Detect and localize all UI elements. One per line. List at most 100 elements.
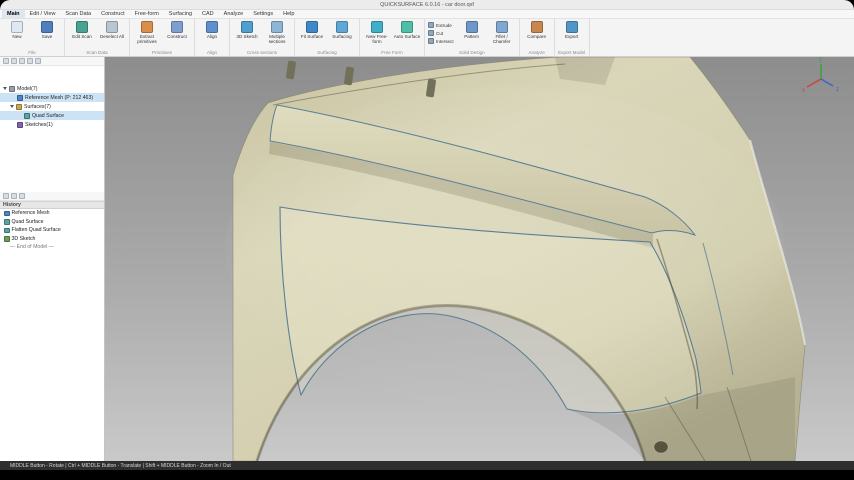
3d-viewport-canvas[interactable]: x y z <box>105 57 854 461</box>
align-button[interactable]: Align <box>198 20 226 39</box>
fit-surface-icon <box>306 21 318 33</box>
fillet-chamfer-icon <box>496 21 508 33</box>
ribbon-group-primitives: Extract primitives Construct Primitives <box>130 19 195 56</box>
tree-item-surfaces[interactable]: Surfaces(7) <box>0 102 104 111</box>
multiple-sections-button[interactable]: Multiple sections <box>263 20 291 45</box>
history-item-label: Flatten Quad Surface <box>12 227 61 233</box>
edit-scan-button[interactable]: Edit Scan <box>68 20 96 39</box>
tree-toolbar <box>0 57 104 66</box>
history-tool-icon[interactable] <box>19 193 25 199</box>
cut-icon <box>428 30 434 36</box>
expand-icon[interactable] <box>10 105 14 108</box>
history-item-flatten-quad-surface[interactable]: Flatten Quad Surface <box>0 226 104 235</box>
left-panel-empty-area <box>0 252 104 462</box>
button-label: Surfacing <box>332 34 351 39</box>
item-label: Intersect <box>436 39 454 44</box>
pattern-button[interactable]: Pattern <box>458 20 486 39</box>
menu-analyze[interactable]: Analyze <box>219 10 249 18</box>
new-button[interactable]: New <box>3 20 31 39</box>
ribbon-group-export: Export Export Model <box>555 19 590 56</box>
cut-item[interactable]: Cut <box>428 30 454 36</box>
title-bar: QUICKSURFACE 6.0.16 - car door.qsf <box>0 0 854 10</box>
button-label: Deselect All <box>100 34 124 39</box>
quad-surface-icon <box>4 219 10 225</box>
menu-construct[interactable]: Construct <box>96 10 130 18</box>
button-label: Save <box>42 34 52 39</box>
menu-help[interactable]: Help <box>278 10 299 18</box>
tree-item-model[interactable]: Model(7) <box>0 84 104 93</box>
menu-surfacing[interactable]: Surfacing <box>164 10 197 18</box>
button-label: Construct <box>167 34 187 39</box>
tree-tool-icon[interactable] <box>27 58 33 64</box>
history-item-quad-surface[interactable]: Quad Surface <box>0 218 104 227</box>
sketch-3d-button[interactable]: 3D Sketch <box>233 20 261 39</box>
button-label: Fillet / Chamfer <box>488 34 516 45</box>
menu-main[interactable]: Main <box>2 10 25 18</box>
multiple-sections-icon <box>271 21 283 33</box>
new-freeform-button[interactable]: New Free-form <box>363 20 391 45</box>
ribbon-group-analyze: Compare Analyze <box>520 19 555 56</box>
flatten-quad-surface-icon <box>4 228 10 234</box>
history-end-of-model-marker[interactable]: — End of Model — <box>0 243 104 252</box>
model-tree: Model(7) Reference Mesh (P: 212 463) Sur… <box>0 66 104 192</box>
history-item-3d-sketch[interactable]: 3D Sketch <box>0 235 104 244</box>
extract-primitives-button[interactable]: Extract primitives <box>133 20 161 45</box>
button-label: Multiple sections <box>263 34 291 45</box>
button-label: Align <box>207 34 217 39</box>
history-tool-icon[interactable] <box>11 193 17 199</box>
tree-tool-icon[interactable] <box>19 58 25 64</box>
extrude-item[interactable]: Extrude <box>428 22 454 28</box>
ribbon-group-label: Free Form <box>363 49 421 56</box>
fillet-chamfer-button[interactable]: Fillet / Chamfer <box>488 20 516 45</box>
menu-bar: Main Edit / View Scan Data Construct Fre… <box>0 10 854 19</box>
compare-button[interactable]: Compare <box>523 20 551 39</box>
ribbon-group-label: Solid Design <box>428 49 516 56</box>
export-button[interactable]: Export <box>558 20 586 39</box>
ribbon-toolbar: New Save File Edit Scan Deselect All <box>0 19 854 57</box>
menu-settings[interactable]: Settings <box>248 10 278 18</box>
extrude-icon <box>428 22 434 28</box>
expand-icon[interactable] <box>3 87 7 90</box>
ribbon-group-label: Align <box>198 49 226 56</box>
x-axis-label: x <box>802 88 805 94</box>
surfacing-button[interactable]: Surfacing <box>328 20 356 39</box>
history-list: Reference Mesh Quad Surface Flatten Quad… <box>0 209 104 252</box>
history-tool-icon[interactable] <box>3 193 9 199</box>
ribbon-group-label: Cross sections <box>233 49 291 56</box>
tree-tool-icon[interactable] <box>35 58 41 64</box>
deselect-all-button[interactable]: Deselect All <box>98 20 126 39</box>
save-button[interactable]: Save <box>33 20 61 39</box>
sketches-icon <box>17 122 23 128</box>
menu-edit-view[interactable]: Edit / View <box>25 10 61 18</box>
construct-button[interactable]: Construct <box>163 20 191 39</box>
item-label: Extrude <box>436 23 452 28</box>
tree-tool-icon[interactable] <box>11 58 17 64</box>
ribbon-group-file: New Save File <box>0 19 65 56</box>
tree-item-label: Model(7) <box>17 86 37 92</box>
tree-item-sketches[interactable]: Sketches(1) <box>0 120 104 129</box>
bottom-edge <box>0 470 854 480</box>
window-title: QUICKSURFACE 6.0.16 - car door.qsf <box>380 2 474 8</box>
tree-item-reference-mesh[interactable]: Reference Mesh (P: 212 463) <box>0 93 104 102</box>
save-icon <box>41 21 53 33</box>
ribbon-group-label: Primitives <box>133 49 191 56</box>
menu-scan-data[interactable]: Scan Data <box>60 10 96 18</box>
ribbon-group-label: Analyze <box>523 49 551 56</box>
new-freeform-icon <box>371 21 383 33</box>
tree-tool-icon[interactable] <box>3 58 9 64</box>
history-item-reference-mesh[interactable]: Reference Mesh <box>0 209 104 218</box>
button-label: New <box>12 34 21 39</box>
button-label: Fit Surface <box>301 34 323 39</box>
3d-viewport[interactable]: x y z <box>105 57 854 461</box>
align-icon <box>206 21 218 33</box>
ribbon-group-free-form: New Free-form Auto Surface Free Form <box>360 19 425 56</box>
tree-item-quad-surface[interactable]: Quad Surface <box>0 111 104 120</box>
auto-surface-button[interactable]: Auto Surface <box>393 20 421 39</box>
ribbon-group-align: Align Align <box>195 19 230 56</box>
z-axis-label: z <box>836 87 839 93</box>
menu-free-form[interactable]: Free-form <box>130 10 164 18</box>
fit-surface-button[interactable]: Fit Surface <box>298 20 326 39</box>
pattern-icon <box>466 21 478 33</box>
intersect-item[interactable]: Intersect <box>428 38 454 44</box>
menu-cad[interactable]: CAD <box>197 10 219 18</box>
